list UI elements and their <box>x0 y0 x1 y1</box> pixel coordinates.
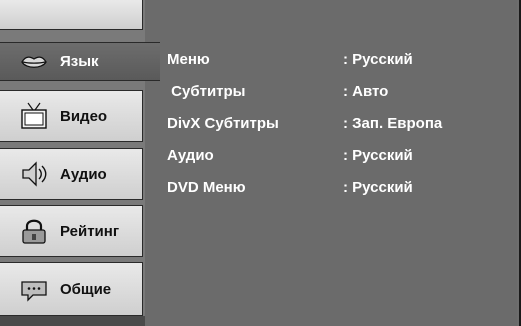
subtitle-language-row[interactable]: Субтитры : Авто <box>145 80 517 104</box>
tab-general-label: Общие <box>60 280 112 298</box>
tab-language[interactable]: Язык <box>0 42 160 81</box>
sidebar-bottom-edge <box>0 316 145 326</box>
lips-icon <box>14 45 54 79</box>
speech-bubble-icon <box>14 272 54 306</box>
tab-rating[interactable]: Рейтинг <box>0 205 143 257</box>
lock-icon <box>14 214 54 248</box>
dvd-menu-language-row[interactable]: DVD Меню : Русский <box>145 176 517 200</box>
tab-language-label: Язык <box>60 53 99 70</box>
settings-window: Язык Видео Аудио Рейтинг Общие Меню: Ру… <box>0 0 521 326</box>
row-value: : Зап. Европа <box>343 115 443 132</box>
tv-icon <box>14 99 54 133</box>
tab-general[interactable]: Общие <box>0 262 143 316</box>
tab-video[interactable]: Видео <box>0 90 143 142</box>
tab-audio-label: Аудио <box>60 165 107 183</box>
tab-video-label: Видео <box>60 107 108 125</box>
divx-subtitle-row[interactable]: DivX Субтитры : Зап. Европа <box>145 112 517 136</box>
language-settings-panel: Меню : Русский Субтитры : Авто DivX Субт… <box>145 0 517 326</box>
row-label: Меню <box>167 51 210 68</box>
row-value: : Русский <box>343 51 413 68</box>
sidebar-blank-tab <box>0 0 143 30</box>
tab-rating-label: Рейтинг <box>60 222 120 240</box>
row-label: DVD Меню <box>167 179 246 196</box>
row-value: : Русский <box>343 179 413 196</box>
speaker-icon <box>14 157 54 191</box>
sidebar: Язык Видео Аудио Рейтинг Общие <box>0 0 160 326</box>
row-label: Субтитры <box>167 83 246 100</box>
row-value: : Русский <box>343 147 413 164</box>
row-label: Аудио <box>167 147 214 164</box>
audio-language-row[interactable]: Аудио : Русский <box>145 144 517 168</box>
tab-audio[interactable]: Аудио <box>0 148 143 200</box>
row-value: : Авто <box>343 83 389 100</box>
menu-language-row[interactable]: Меню : Русский <box>145 48 517 72</box>
row-label: DivX Субтитры <box>167 115 279 132</box>
